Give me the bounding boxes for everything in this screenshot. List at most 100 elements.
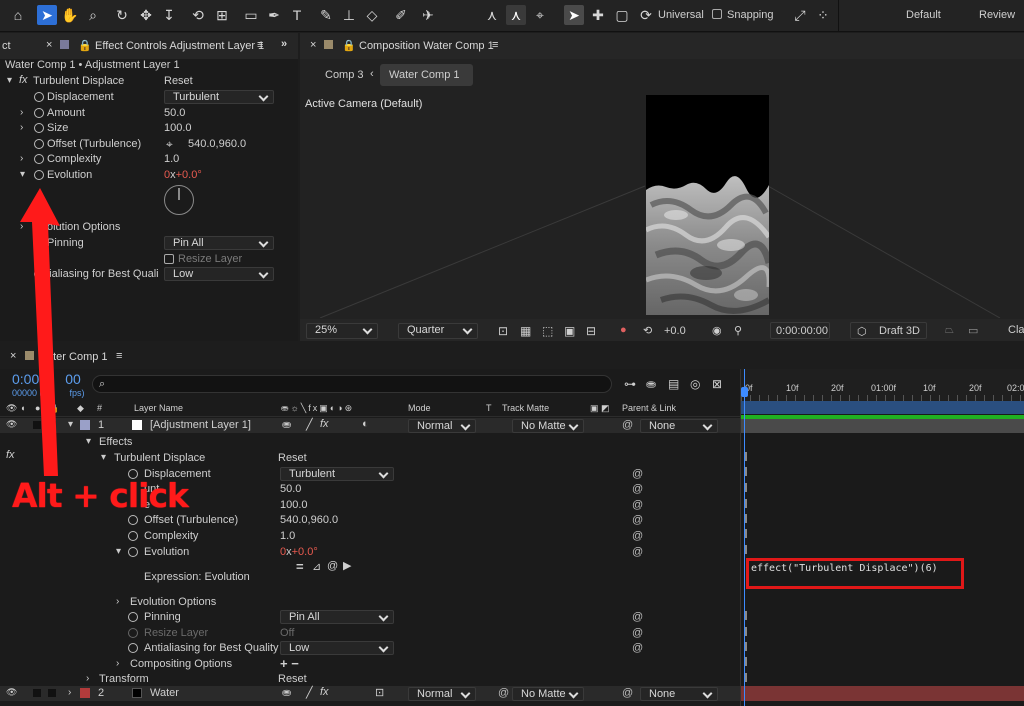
stopwatch-icon[interactable]	[128, 612, 138, 622]
time-ruler[interactable]: 0f 10f 20f 01:00f 10f 20f 02:0	[741, 369, 1024, 401]
matte-pickwhip-icon[interactable]: @	[498, 687, 509, 699]
fx-icon[interactable]: fx	[19, 74, 28, 86]
panel-menu-icon[interactable]: ≡	[257, 39, 263, 51]
expand-panels-icon[interactable]: »	[281, 38, 287, 50]
stopwatch-icon[interactable]	[34, 170, 44, 180]
region-of-interest-icon[interactable]: ⊟	[586, 324, 596, 338]
cti-handle[interactable]	[741, 387, 748, 397]
workspace-default[interactable]: Default	[906, 9, 941, 21]
eye-icon[interactable]: 👁	[6, 687, 17, 698]
expression-pickwhip-icon[interactable]: @	[632, 627, 643, 639]
grid-icon[interactable]: ⁘	[813, 5, 833, 25]
offset-value[interactable]: 540.0,960.0	[280, 514, 338, 526]
selection-tool-icon[interactable]: ➤	[37, 5, 57, 25]
displacement-dropdown[interactable]: Turbulent	[280, 467, 394, 481]
select-3d-icon[interactable]: ➤	[564, 5, 584, 25]
layer-row-1[interactable]: 👁 ▾ 1 [Adjustment Layer 1] ⛂ ╱ fx ◐ Norm…	[0, 418, 740, 433]
pinning-dropdown[interactable]: Pin All	[280, 610, 394, 624]
parent-dropdown[interactable]: None	[640, 419, 718, 433]
rectangle-tool-icon[interactable]: ▭	[241, 5, 261, 25]
layer-name[interactable]: Water	[150, 687, 179, 699]
lock-icon[interactable]: 🔒	[78, 39, 92, 52]
evolution-value[interactable]: 0x+0.0°	[280, 546, 318, 558]
audio-toggle-icon[interactable]: ◖	[20, 403, 25, 413]
collapse-icon[interactable]: ▾	[101, 452, 106, 463]
expand-icon[interactable]: ›	[20, 153, 23, 164]
expand-icon[interactable]: ›	[68, 687, 71, 698]
snapping-toggle[interactable]: Snapping	[712, 9, 774, 21]
fx-icon[interactable]: fx	[6, 449, 15, 461]
expression-pickwhip-icon[interactable]: @	[632, 514, 643, 526]
type-tool-icon[interactable]: T	[287, 5, 307, 25]
label-column-icon[interactable]: ◆	[77, 403, 84, 414]
draft-3d-button[interactable]: ⬡ Draft 3D	[850, 322, 927, 339]
mode-dropdown[interactable]: Normal	[408, 687, 476, 701]
eye-icon[interactable]: 👁	[6, 419, 17, 430]
shy-switch-icon[interactable]: ⛂	[282, 686, 291, 699]
stopwatch-icon[interactable]	[128, 515, 138, 525]
time-graph[interactable]: 0f 10f 20f 01:00f 10f 20f 02:0 effect("T…	[740, 369, 1024, 706]
stopwatch-icon[interactable]	[128, 628, 138, 638]
solo-icon[interactable]: ●	[35, 403, 40, 413]
home-icon[interactable]: ⌂	[8, 5, 28, 25]
stopwatch-icon[interactable]	[34, 139, 44, 149]
work-area-bar[interactable]	[741, 401, 1024, 414]
solo-box[interactable]	[33, 421, 41, 429]
evolution-dial[interactable]	[164, 185, 194, 215]
stopwatch-icon[interactable]	[34, 92, 44, 102]
mode-dropdown[interactable]: Normal	[408, 419, 476, 433]
expression-pickwhip-icon[interactable]: @	[632, 611, 643, 623]
expression-pickwhip-icon[interactable]: @	[632, 483, 643, 495]
current-time[interactable]: 0:00 00	[12, 371, 81, 387]
lock-column-icon[interactable]: 🔒	[48, 403, 59, 414]
comp-canvas[interactable]	[646, 95, 769, 315]
rotate-3d-icon[interactable]: ⟳	[636, 5, 656, 25]
local-axis-icon[interactable]: ⋏	[482, 5, 502, 25]
clone-stamp-icon[interactable]: ⊥	[339, 5, 359, 25]
exposure-value[interactable]: +0.0	[664, 325, 686, 337]
expand-icon[interactable]: ›	[20, 221, 23, 232]
displacement-dropdown[interactable]: Turbulent	[164, 90, 274, 104]
expand-icon[interactable]: ›	[116, 658, 119, 669]
graph-editor-icon[interactable]: ⊠	[712, 377, 722, 391]
effects-switch-icon[interactable]: fx	[320, 418, 329, 430]
complexity-value[interactable]: 1.0	[280, 530, 295, 542]
graph-overlay-icon[interactable]: ⊿	[312, 560, 321, 573]
zoom-dropdown[interactable]: 25%	[306, 323, 378, 339]
evolution-degrees[interactable]: +0.0°	[292, 546, 318, 558]
layer-name-column[interactable]: Layer Name	[134, 403, 183, 413]
rotation-tool-icon[interactable]: ⟲	[188, 5, 208, 25]
extended-viewer-icon[interactable]: ▭	[968, 324, 978, 337]
color-management-icon[interactable]: ⟲	[643, 324, 652, 337]
label-color[interactable]	[80, 420, 90, 430]
world-axis-icon[interactable]: ⋏	[506, 5, 526, 25]
panel-menu-icon[interactable]: ≡	[492, 39, 498, 51]
pinning-dropdown[interactable]: Pin All	[164, 236, 274, 250]
offset-value[interactable]: 540.0,960.0	[188, 138, 246, 150]
parent-dropdown[interactable]: None	[640, 687, 718, 701]
layer-2-duration-bar[interactable]	[741, 686, 1024, 701]
expand-icon[interactable]: ›	[20, 107, 23, 118]
current-time-display[interactable]: 0:00	[12, 371, 39, 387]
expression-field[interactable]: effect("Turbulent Displace")(6)	[746, 558, 964, 589]
camera-snapshot-icon[interactable]: ◉	[712, 324, 722, 337]
tab-timeline[interactable]: ater Comp 1	[47, 351, 108, 363]
pickwhip-icon[interactable]: @	[622, 687, 633, 699]
pan-camera-icon[interactable]: ✥	[136, 5, 156, 25]
frame-blending-icon[interactable]: ▤	[668, 377, 679, 391]
collapse-icon[interactable]: ▾	[68, 419, 73, 430]
expand-icon[interactable]: ›	[86, 673, 89, 684]
workspace-review[interactable]: Review	[979, 9, 1015, 21]
3d-layer-switch-icon[interactable]: ⊡	[375, 686, 384, 699]
show-snapshot-icon[interactable]: ⚲	[734, 324, 742, 337]
search-input[interactable]: ⌕	[92, 375, 612, 393]
add-remove-icon[interactable]: + −	[280, 656, 299, 671]
hand-tool-icon[interactable]: ✋	[60, 5, 80, 25]
resize-layer-value[interactable]: Off	[280, 627, 294, 639]
track-matte-dropdown[interactable]: No Matte	[512, 687, 584, 701]
stopwatch-icon[interactable]	[128, 547, 138, 557]
stopwatch-icon[interactable]	[34, 238, 44, 248]
current-time-indicator[interactable]	[744, 369, 745, 706]
track-matte-dropdown[interactable]: No Matte	[512, 419, 584, 433]
effects-switch-icon[interactable]: fx	[320, 686, 329, 698]
